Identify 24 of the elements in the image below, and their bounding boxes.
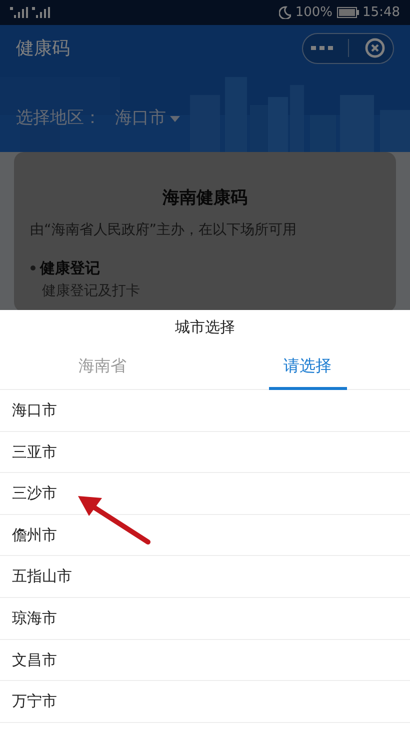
city-item[interactable]: 万宁市 bbox=[12, 690, 57, 713]
region-label: 选择地区： bbox=[16, 107, 101, 130]
close-icon[interactable] bbox=[364, 37, 386, 59]
card-title: 海南健康码 bbox=[162, 187, 248, 210]
page-title: 健康码 bbox=[16, 36, 70, 60]
signal-icon bbox=[10, 7, 28, 18]
sheet-title: 城市选择 bbox=[175, 317, 235, 338]
more-icon[interactable] bbox=[310, 45, 332, 51]
city-item[interactable]: 海口市 bbox=[12, 399, 57, 422]
status-time: 15:48 bbox=[362, 4, 400, 22]
moon-icon bbox=[279, 6, 292, 19]
city-item[interactable]: 儋州市 bbox=[12, 524, 57, 546]
tab[interactable]: 请选择 bbox=[268, 345, 346, 390]
caret-icon bbox=[170, 116, 180, 122]
battery-icon bbox=[336, 7, 359, 18]
city-item[interactable]: 文昌市 bbox=[12, 648, 57, 672]
service-title: 健康登记 bbox=[40, 258, 100, 278]
city-item[interactable]: 三亚市 bbox=[12, 440, 57, 464]
city-item[interactable]: 琼海市 bbox=[12, 607, 57, 630]
signal-icon bbox=[32, 7, 50, 18]
city-item[interactable]: 五指山市 bbox=[12, 565, 72, 588]
bullet-icon bbox=[30, 264, 36, 271]
city-item[interactable]: 三沙市 bbox=[12, 482, 57, 505]
battery-percent: 100% bbox=[295, 4, 333, 22]
